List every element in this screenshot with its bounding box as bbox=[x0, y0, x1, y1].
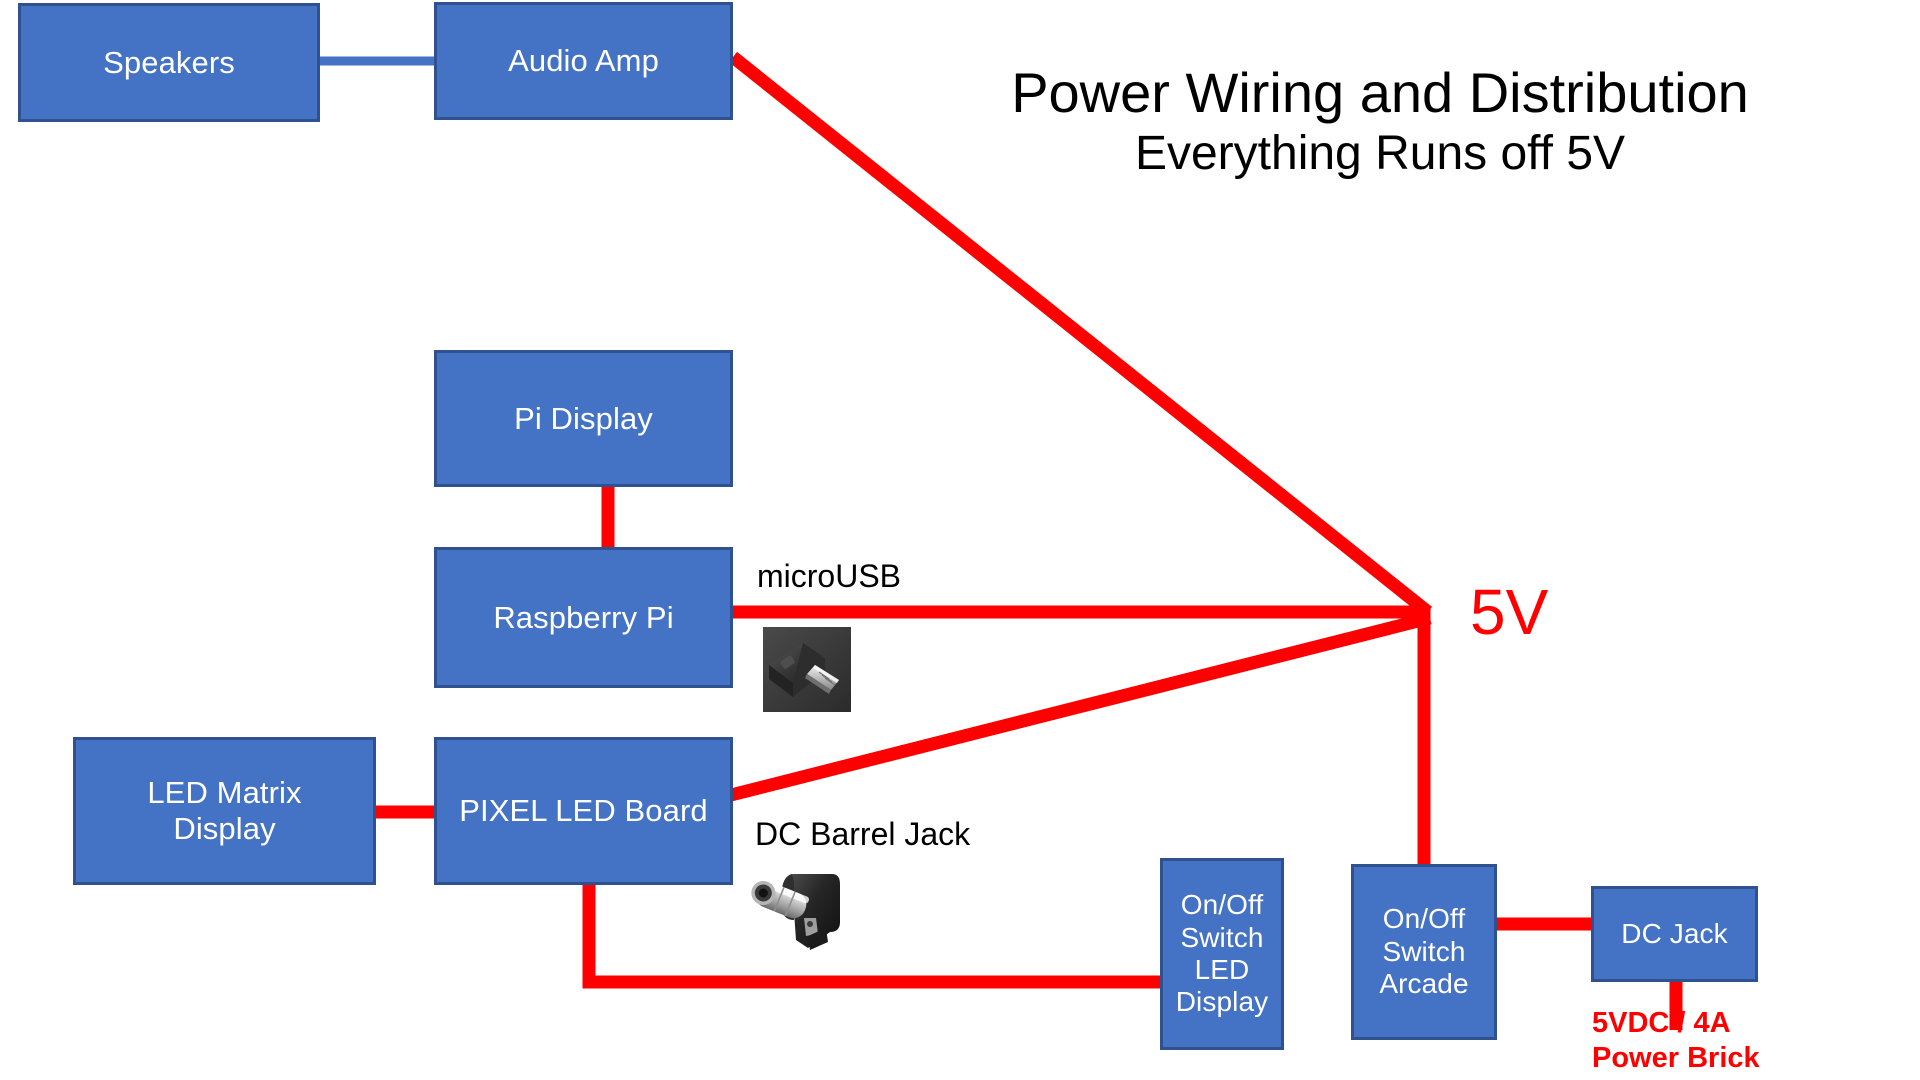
node-led-matrix-display[interactable]: LED Matrix Display bbox=[73, 737, 376, 885]
node-switch-led-display[interactable]: On/Off Switch LED Display bbox=[1160, 858, 1284, 1050]
node-switch-arcade[interactable]: On/Off Switch Arcade bbox=[1351, 864, 1497, 1040]
node-audio-amp-label: Audio Amp bbox=[508, 43, 659, 79]
diagram-canvas: Power Wiring and Distribution Everything… bbox=[0, 0, 1920, 1080]
node-dc-jack[interactable]: DC Jack bbox=[1591, 886, 1758, 982]
node-pi-display[interactable]: Pi Display bbox=[434, 350, 733, 487]
node-pi-display-label: Pi Display bbox=[514, 400, 653, 436]
title-main-line: Power Wiring and Distribution bbox=[1011, 61, 1749, 124]
node-led-matrix-display-label: LED Matrix Display bbox=[147, 775, 302, 846]
node-switch-arcade-label: On/Off Switch Arcade bbox=[1379, 903, 1469, 1000]
node-speakers-label: Speakers bbox=[103, 44, 235, 80]
node-switch-led-display-label: On/Off Switch LED Display bbox=[1175, 889, 1269, 1018]
node-raspberry-pi[interactable]: Raspberry Pi bbox=[434, 547, 733, 688]
node-raspberry-pi-label: Raspberry Pi bbox=[493, 599, 674, 635]
label-micro-usb: microUSB bbox=[757, 558, 902, 594]
node-pixel-led-board[interactable]: PIXEL LED Board bbox=[434, 737, 733, 885]
title-sub-line: Everything Runs off 5V bbox=[1134, 126, 1626, 180]
micro-usb-photo bbox=[763, 627, 851, 712]
wire-pixel-board-to-switch-led bbox=[582, 882, 1162, 989]
node-dc-jack-label: DC Jack bbox=[1621, 917, 1728, 949]
node-speakers[interactable]: Speakers bbox=[18, 3, 320, 122]
dc-barrel-jack-photo bbox=[748, 862, 856, 958]
node-audio-amp[interactable]: Audio Amp bbox=[434, 2, 733, 120]
label-power-brick: 5VDC / 4A Power Brick bbox=[1592, 1007, 1760, 1074]
diagram-title: Power Wiring and Distribution Everything… bbox=[900, 62, 1860, 180]
label-bus-voltage: 5V bbox=[1470, 576, 1549, 648]
node-pixel-led-board-label: PIXEL LED Board bbox=[459, 793, 708, 829]
label-dc-barrel-jack: DC Barrel Jack bbox=[755, 816, 971, 852]
